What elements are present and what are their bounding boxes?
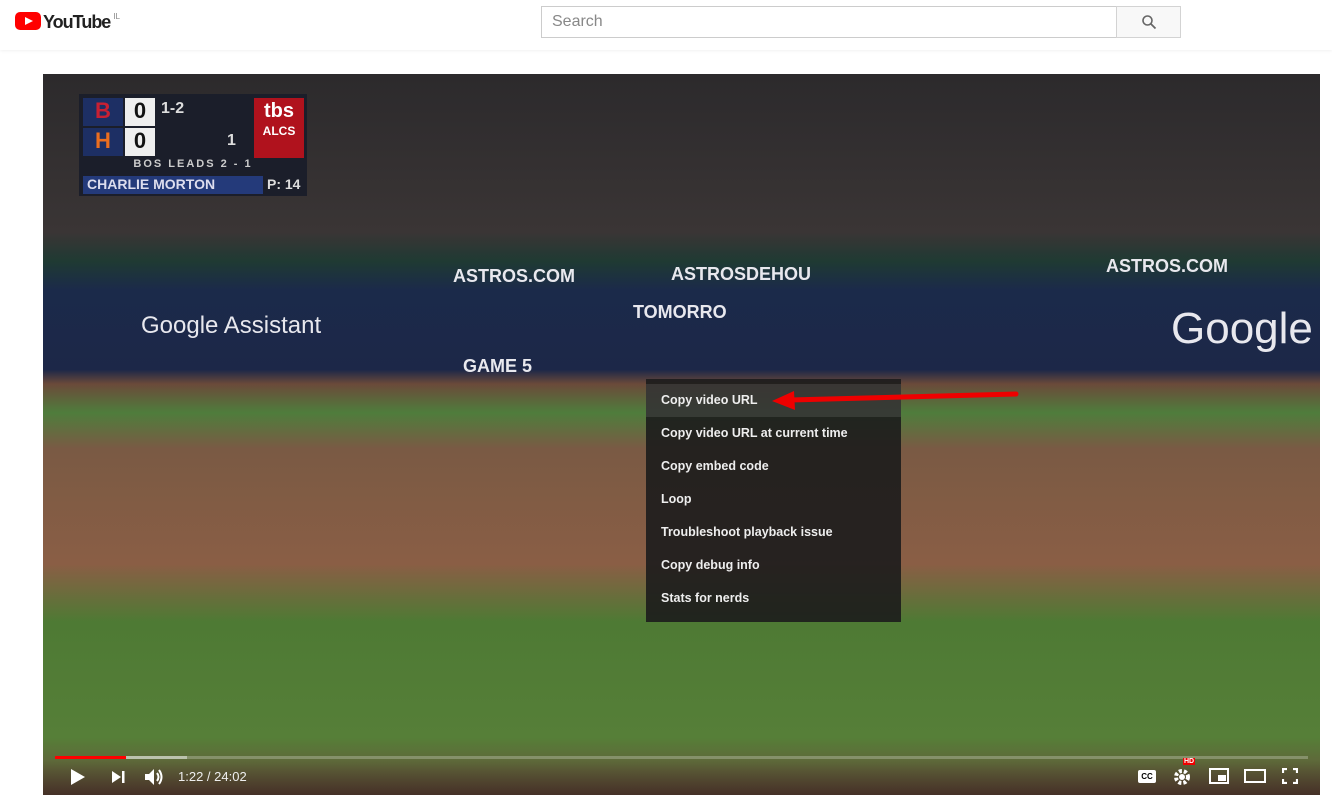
pitch-count: P: 14	[267, 176, 301, 192]
ad-text: GAME 5	[463, 356, 533, 376]
home-team-logo: H	[83, 128, 123, 156]
played-bar	[55, 756, 127, 759]
progress-bar[interactable]	[55, 756, 1308, 759]
ad-text: ASTROS.COM	[1106, 256, 1229, 276]
ad-text: ASTROSDEHOU	[671, 264, 812, 284]
hd-badge: HD	[1183, 758, 1196, 765]
ad-text: Google Assistant	[141, 312, 322, 339]
network-name: tbs	[264, 100, 294, 122]
search-input[interactable]: Search	[541, 6, 1117, 38]
player-controls: 1:22 / 24:02 CC HD	[43, 758, 1320, 795]
play-icon[interactable]	[70, 768, 86, 786]
menu-item-troubleshoot[interactable]: Troubleshoot playback issue	[646, 516, 901, 549]
scoreboard-overlay: B H 0 0 1-2 1 tbs ALCS BOS LEADS 2 - 1 CH…	[79, 94, 307, 196]
outs: 1	[227, 132, 236, 149]
menu-item-copy-embed-code[interactable]: Copy embed code	[646, 450, 901, 483]
ad-text: Google	[1171, 304, 1313, 353]
menu-item-copy-debug-info[interactable]: Copy debug info	[646, 549, 901, 582]
fullscreen-icon[interactable]	[1282, 768, 1298, 784]
series-lead: BOS LEADS 2 - 1	[133, 158, 253, 170]
youtube-logo[interactable]: YouTube IL	[15, 12, 120, 32]
miniplayer-icon[interactable]	[1209, 768, 1229, 784]
time-display: 1:22 / 24:02	[178, 769, 247, 784]
series-name: ALCS	[262, 124, 296, 138]
logo-text: YouTube	[43, 12, 111, 32]
menu-item-stats-for-nerds[interactable]: Stats for nerds	[646, 582, 901, 615]
pitcher-name: CHARLIE MORTON	[83, 176, 263, 194]
next-icon[interactable]	[111, 770, 125, 784]
menu-item-copy-url-current-time[interactable]: Copy video URL at current time	[646, 417, 901, 450]
theater-mode-icon[interactable]	[1244, 769, 1266, 783]
search-button[interactable]	[1116, 6, 1181, 38]
search-icon	[1141, 15, 1156, 30]
home-score: 0	[125, 128, 155, 156]
away-score: 0	[125, 98, 155, 126]
masthead: YouTube IL Search	[0, 0, 1332, 50]
menu-item-loop[interactable]: Loop	[646, 483, 901, 516]
network-badge: tbs ALCS	[254, 98, 304, 158]
ball-strike-count: 1-2	[161, 100, 185, 117]
ad-text: TOMORRO	[633, 302, 727, 322]
away-team-logo: B	[83, 98, 123, 126]
country-code: IL	[113, 12, 120, 21]
context-menu: Copy video URL Copy video URL at current…	[646, 379, 901, 622]
annotation-arrow-icon	[772, 391, 1019, 410]
ad-text: ASTROS.COM	[453, 266, 576, 286]
youtube-play-icon	[15, 12, 41, 30]
volume-icon[interactable]	[144, 768, 164, 786]
settings-gear-icon[interactable]	[1173, 768, 1191, 786]
subtitles-button[interactable]: CC	[1138, 770, 1156, 783]
